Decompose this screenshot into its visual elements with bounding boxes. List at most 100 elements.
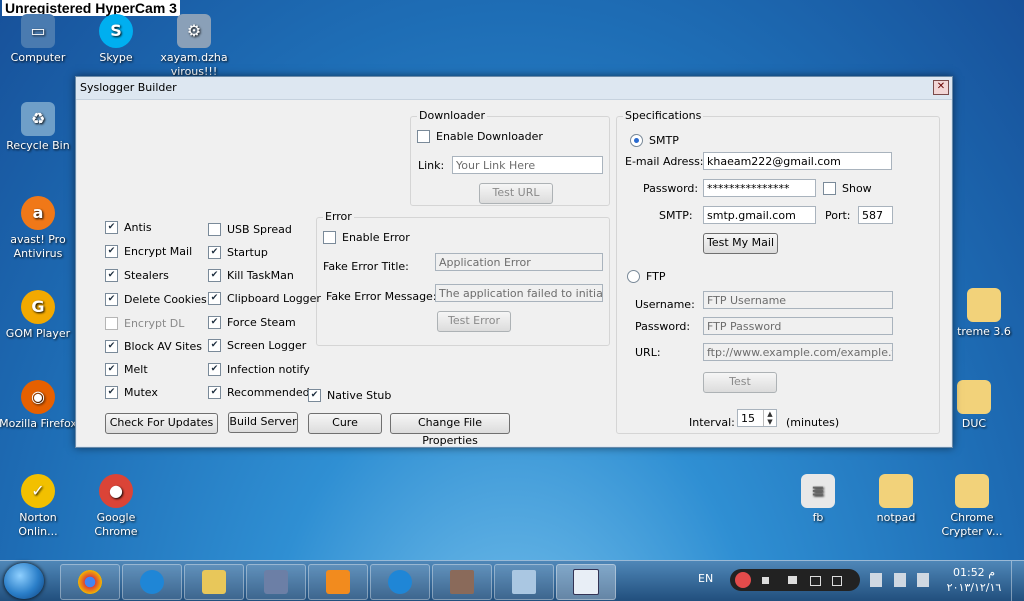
smtp-radio[interactable]: SMTP — [630, 134, 679, 147]
delete-cookies-checkbox[interactable]: ✔ Delete Cookies — [105, 293, 207, 306]
link-input[interactable]: Your Link Here — [452, 156, 603, 174]
tool-icon — [264, 570, 288, 594]
show-password-checkbox[interactable]: Show — [823, 182, 872, 195]
desktop-icon-recycle-bin[interactable]: ♻ Recycle Bin — [0, 102, 78, 153]
fake-error-message-label: Fake Error Message: — [326, 290, 437, 303]
clipboard-logger-checkbox[interactable]: ✔ Clipboard Logger — [208, 292, 321, 305]
taskbar-ie[interactable] — [122, 564, 182, 600]
melt-checkbox[interactable]: ✔ Melt — [105, 363, 148, 376]
volume-icon[interactable] — [917, 573, 929, 587]
desktop-icon-computer[interactable]: ▭ Computer — [0, 14, 78, 65]
screen-logger-checkbox[interactable]: ✔ Screen Logger — [208, 339, 306, 352]
show-desktop-button[interactable] — [1011, 561, 1024, 601]
taskbar-explorer[interactable] — [184, 564, 244, 600]
block-av-sites-checkbox[interactable]: ✔ Block AV Sites — [105, 340, 202, 353]
test-error-button[interactable]: Test Error — [437, 311, 511, 332]
desktop-icon-fb[interactable]: ≡ fb — [778, 474, 858, 525]
interval-label: Interval: — [689, 416, 735, 429]
window-title: Syslogger Builder — [80, 81, 177, 94]
syslogger-builder-window: Syslogger Builder ✕ ✔ Antis ✔ Encrypt Mail… — [75, 76, 953, 448]
link-label: Link: — [418, 159, 445, 172]
close-button[interactable]: ✕ — [933, 80, 949, 95]
ftp-username-input[interactable]: FTP Username — [703, 291, 893, 309]
fake-error-title-label: Fake Error Title: — [323, 260, 409, 273]
kill-taskman-checkbox[interactable]: ✔ Kill TaskMan — [208, 269, 294, 282]
interval-unit: (minutes) — [786, 416, 840, 429]
check-for-updates-button[interactable]: Check For Updates — [105, 413, 218, 434]
taskbar-ie-2[interactable] — [370, 564, 430, 600]
email-input[interactable]: khaeam222@gmail.com — [703, 152, 892, 170]
url-input[interactable]: ftp://www.example.com/example.txt — [703, 343, 893, 361]
region-icon[interactable] — [810, 576, 821, 586]
title-bar[interactable]: Syslogger Builder ✕ — [76, 77, 952, 100]
native-stub-checkbox[interactable]: ✔ Native Stub — [308, 389, 391, 402]
norton-icon: ✓ — [21, 474, 55, 508]
taskbar-tool[interactable] — [246, 564, 306, 600]
desktop-icon-notpad[interactable]: notpad — [856, 474, 936, 525]
force-steam-checkbox[interactable]: ✔ Force Steam — [208, 316, 296, 329]
antis-checkbox[interactable]: ✔ Antis — [105, 221, 152, 234]
change-file-properties-button[interactable]: Change File Properties — [390, 413, 510, 447]
smtp-input[interactable]: smtp.gmail.com — [703, 206, 816, 224]
desktop-icon-xayam[interactable]: ⚙ xayam.dzha virous!!! — [154, 14, 234, 79]
ftp-password-input[interactable]: FTP Password — [703, 317, 893, 335]
record-icon[interactable] — [735, 572, 751, 588]
language-indicator[interactable]: EN — [698, 572, 713, 585]
fake-error-message-input[interactable]: The application failed to initialize p — [435, 284, 603, 302]
chrome-icon — [78, 570, 102, 594]
network-icon[interactable] — [870, 573, 882, 587]
folder-icon — [202, 570, 226, 594]
build-server-button[interactable]: Build Server — [228, 412, 298, 433]
desktop-icon-norton[interactable]: ✓ Norton Onlin... — [0, 474, 78, 539]
password-input[interactable]: *************** — [703, 179, 816, 197]
taskbar-firewall[interactable] — [432, 564, 492, 600]
enable-error-checkbox[interactable]: Enable Error — [323, 231, 410, 244]
interval-spinner[interactable]: 15 ▲ ▼ — [737, 409, 777, 427]
settings-icon[interactable] — [832, 576, 842, 586]
port-input[interactable]: 587 — [858, 206, 893, 224]
stealers-checkbox[interactable]: ✔ Stealers — [105, 269, 169, 282]
desktop-icon-chrome-crypter[interactable]: Chrome Crypter v... — [932, 474, 1012, 539]
fake-error-title-input[interactable]: Application Error — [435, 253, 603, 271]
recommended-checkbox[interactable]: ✔ Recommended — [208, 386, 310, 399]
encrypt-mail-checkbox[interactable]: ✔ Encrypt Mail — [105, 245, 192, 258]
ftp-test-button[interactable]: Test — [703, 372, 777, 393]
recorder-controls[interactable] — [730, 569, 860, 591]
desktop-icon-avast[interactable]: a avast! Pro Antivirus — [0, 196, 78, 261]
start-button[interactable] — [4, 563, 44, 599]
taskbar-syslogger-builder[interactable] — [556, 564, 616, 600]
media-player-icon — [326, 570, 350, 594]
desktop-icon-google-chrome[interactable]: ● Google Chrome — [76, 474, 156, 539]
ftp-username-label: Username: — [635, 298, 695, 311]
text-file-icon: ≡ — [801, 474, 835, 508]
taskbar-notepad[interactable] — [494, 564, 554, 600]
email-label: E-mail Adress: — [625, 155, 704, 168]
camera-icon[interactable] — [788, 576, 797, 584]
mutex-checkbox[interactable]: ✔ Mutex — [105, 386, 158, 399]
test-my-mail-button[interactable]: Test My Mail — [703, 233, 778, 254]
desktop-icon-treme[interactable]: treme 3.6 — [944, 288, 1024, 339]
encrypt-dl-checkbox: Encrypt DL — [105, 317, 184, 330]
stop-icon[interactable] — [762, 577, 769, 584]
chrome-icon: ● — [99, 474, 133, 508]
taskbar-media-player[interactable] — [308, 564, 368, 600]
desktop-icon-firefox[interactable]: ◉ Mozilla Firefox — [0, 380, 78, 431]
flag-icon[interactable] — [894, 573, 906, 587]
downloader-title: Downloader — [417, 109, 487, 122]
folder-icon — [967, 288, 1001, 322]
desktop-icon-gom-player[interactable]: G GOM Player — [0, 290, 78, 341]
usb-spread-checkbox[interactable]: USB Spread — [208, 223, 292, 236]
test-url-button[interactable]: Test URL — [479, 183, 553, 204]
taskbar-chrome[interactable] — [60, 564, 120, 600]
ftp-password-label: Password: — [635, 320, 691, 333]
spinner-arrows-icon[interactable]: ▲ ▼ — [763, 410, 776, 426]
clock[interactable]: 01:52 م ٢٠١٣/١٢/١٦ — [946, 565, 1002, 595]
notepad-icon — [512, 570, 536, 594]
startup-checkbox[interactable]: ✔ Startup — [208, 246, 268, 259]
desktop-icon-skype[interactable]: S Skype — [76, 14, 156, 65]
enable-downloader-checkbox[interactable]: Enable Downloader — [417, 130, 543, 143]
cure-button[interactable]: Cure — [308, 413, 382, 434]
ftp-radio[interactable]: FTP — [627, 270, 666, 283]
error-title: Error — [323, 210, 354, 223]
infection-notify-checkbox[interactable]: ✔ Infection notify — [208, 363, 310, 376]
